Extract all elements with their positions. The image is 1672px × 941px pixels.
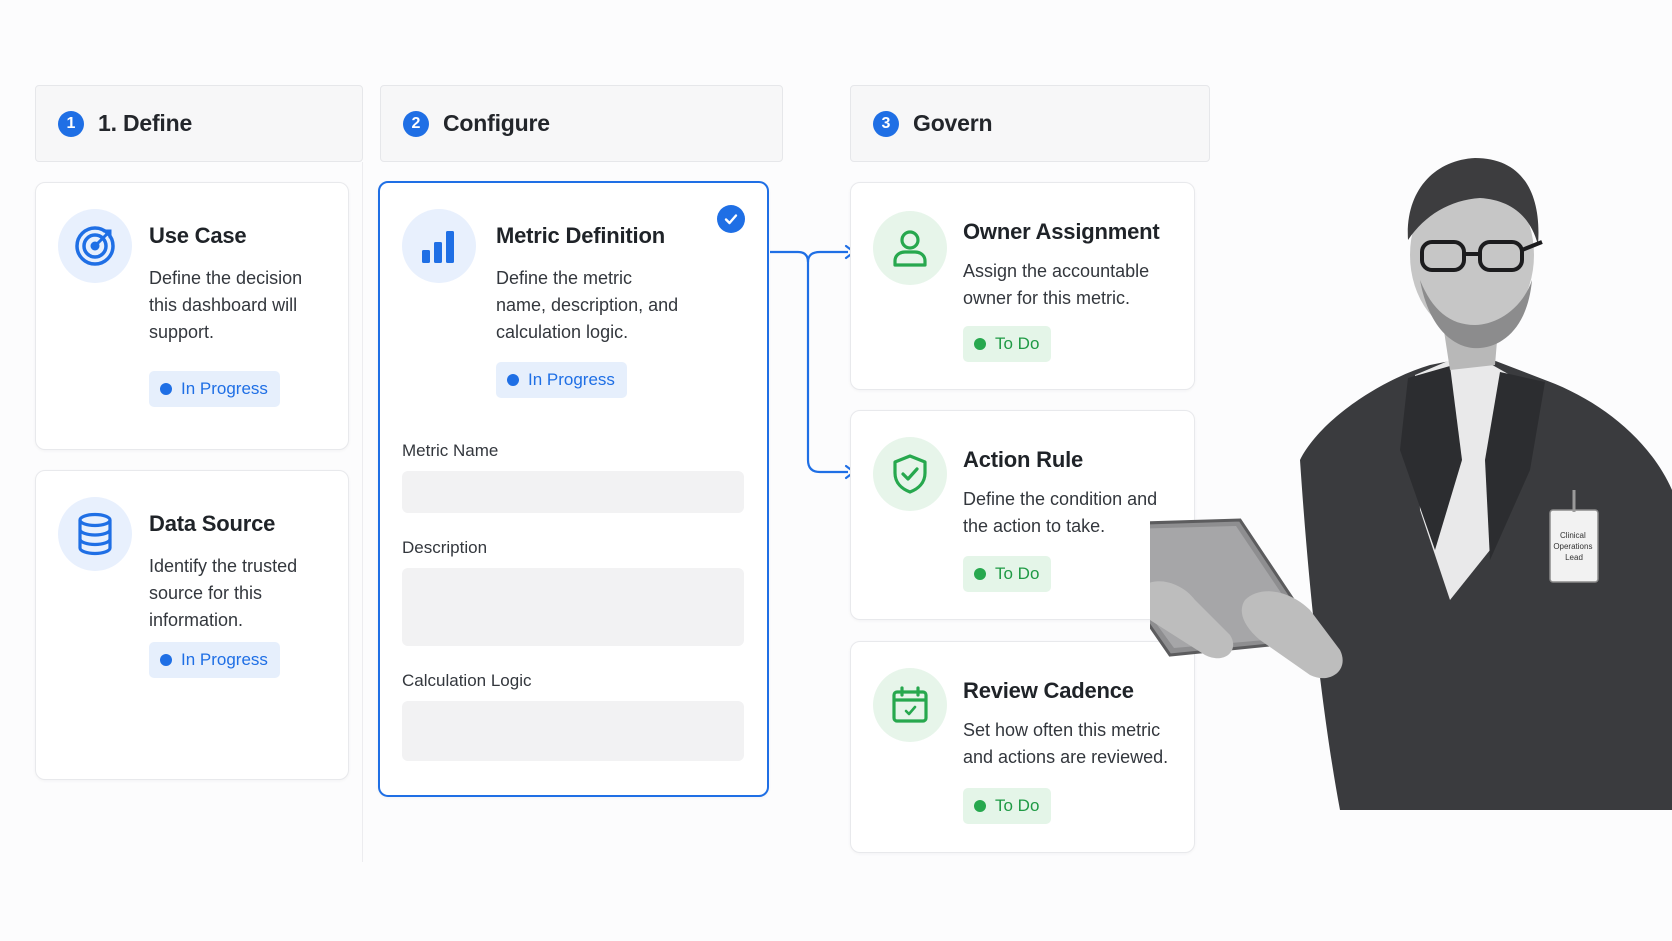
- metric-name-input[interactable]: [402, 471, 744, 513]
- step-number: 3: [873, 110, 899, 137]
- status-label: To Do: [995, 334, 1040, 353]
- review-cadence-card[interactable]: Review Cadence Set how often this metric…: [850, 641, 1195, 853]
- column-title: 1. Define: [98, 110, 193, 136]
- description-label: Description: [402, 538, 488, 557]
- metric-definition-card[interactable]: Metric Definition Define the metric name…: [378, 181, 769, 797]
- card-description: Define the metric name, description, and…: [496, 268, 679, 342]
- status-badge: In Progress: [496, 362, 627, 398]
- data-source-card[interactable]: Data Source Identify the trusted source …: [35, 470, 349, 780]
- status-badge: To Do: [963, 788, 1052, 824]
- status-dot: [507, 374, 519, 386]
- bar-chart-icon: [402, 209, 476, 283]
- card-description: Identify the trusted source for this inf…: [149, 556, 298, 630]
- column-header-define: 1 1. Define: [35, 85, 363, 162]
- person-illustration: Clinical Operations Lead: [1150, 158, 1672, 810]
- status-label: To Do: [995, 796, 1040, 815]
- status-dot: [974, 568, 986, 580]
- column-divider: [362, 162, 363, 862]
- target-icon: [58, 209, 132, 283]
- card-description: Assign the accountable owner for this me…: [963, 261, 1150, 308]
- step-number: 2: [403, 110, 429, 137]
- description-input[interactable]: [402, 568, 744, 646]
- column-header-configure: 2 Configure: [380, 85, 783, 162]
- card-description: Define the condition and the action to t…: [963, 489, 1158, 536]
- metric-name-label: Metric Name: [402, 441, 499, 460]
- flow-connector: [770, 244, 856, 480]
- status-label: In Progress: [528, 370, 615, 389]
- status-label: In Progress: [181, 379, 268, 398]
- shield-check-icon: [873, 437, 947, 511]
- column-title: Configure: [443, 110, 550, 136]
- card-title: Metric Definition: [496, 223, 665, 248]
- user-icon: [873, 211, 947, 285]
- status-badge: To Do: [963, 556, 1052, 592]
- column-title: Govern: [913, 110, 993, 136]
- calendar-icon: [873, 668, 947, 742]
- use-case-card[interactable]: Use Case Define the decision this dashbo…: [35, 182, 349, 450]
- status-dot: [974, 800, 986, 812]
- card-title: Data Source: [149, 511, 276, 536]
- card-title: Action Rule: [963, 447, 1084, 472]
- status-dot: [974, 338, 986, 350]
- status-badge: To Do: [963, 326, 1052, 362]
- card-title: Review Cadence: [963, 678, 1134, 703]
- status-dot: [160, 654, 172, 666]
- database-icon: [58, 497, 132, 571]
- status-label: To Do: [995, 564, 1040, 583]
- status-label: In Progress: [181, 650, 268, 669]
- status-dot: [160, 383, 172, 395]
- check-icon: [717, 205, 745, 233]
- action-rule-card[interactable]: Action Rule Define the condition and the…: [850, 410, 1195, 620]
- step-number: 1: [58, 110, 84, 137]
- calculation-logic-input[interactable]: [402, 701, 744, 761]
- status-badge: In Progress: [149, 371, 280, 407]
- card-title: Use Case: [149, 223, 247, 248]
- card-description: Define the decision this dashboard will …: [149, 268, 303, 342]
- calculation-logic-label: Calculation Logic: [402, 671, 532, 690]
- card-title: Owner Assignment: [963, 219, 1160, 244]
- owner-assignment-card[interactable]: Owner Assignment Assign the accountable …: [850, 182, 1195, 390]
- status-badge: In Progress: [149, 642, 280, 678]
